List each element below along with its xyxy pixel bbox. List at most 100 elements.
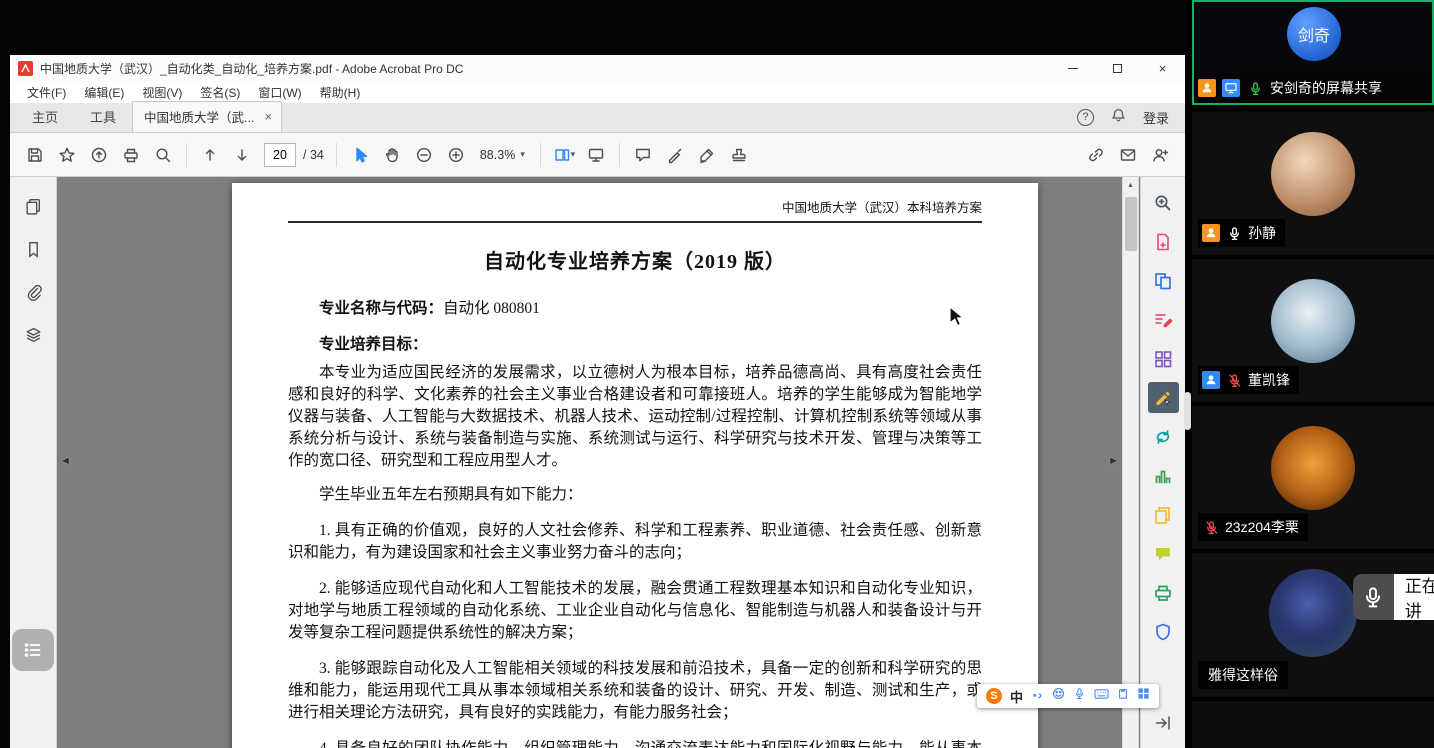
page-display-button[interactable]: ▾ xyxy=(549,140,579,170)
microphone-icon xyxy=(1353,574,1394,620)
zoom-level-value: 88.3% xyxy=(480,148,515,162)
hand-tool-button[interactable] xyxy=(377,140,407,170)
microphone-muted-icon xyxy=(1225,371,1243,389)
participant-role-icon xyxy=(1202,224,1220,242)
tab-home[interactable]: 主页 xyxy=(16,101,74,132)
sign-tool-button[interactable] xyxy=(692,140,722,170)
marquee-zoom-tool-icon[interactable] xyxy=(1148,187,1179,218)
scroll-up-icon[interactable]: ▲ xyxy=(1123,177,1138,193)
edit-pdf-tool-icon[interactable] xyxy=(1148,304,1179,335)
participant-name: 安剑奇的屏幕共享 xyxy=(1270,78,1382,98)
protect-tool-icon[interactable] xyxy=(1148,616,1179,647)
tab-document[interactable]: 中国地质大学（武... × xyxy=(132,101,282,132)
copy-pages-tool-icon[interactable] xyxy=(1148,499,1179,530)
expand-tools-pane-icon[interactable] xyxy=(1148,707,1179,738)
chevron-down-icon: ▾ xyxy=(571,149,576,160)
organize-pages-tool-icon[interactable] xyxy=(1148,343,1179,374)
combine-files-tool-icon[interactable] xyxy=(1148,265,1179,296)
ime-voice-icon[interactable] xyxy=(1073,687,1086,705)
participant-name-bar: 雅得这样俗 xyxy=(1198,661,1288,689)
menu-file[interactable]: 文件(F) xyxy=(18,82,75,103)
select-tool-button[interactable] xyxy=(345,140,375,170)
notifications-bell-icon[interactable] xyxy=(1110,107,1127,127)
zoom-level-dropdown[interactable]: 88.3% ▾ xyxy=(473,148,532,162)
email-button[interactable] xyxy=(1113,140,1143,170)
avatar: 剑奇 xyxy=(1287,7,1341,61)
annotation-list-button[interactable] xyxy=(12,629,54,671)
vertical-scrollbar[interactable]: ▲ xyxy=(1122,177,1139,748)
toolbar-separator xyxy=(540,143,541,167)
create-pdf-tool-icon[interactable] xyxy=(1148,226,1179,257)
participant-name-bar: 安剑奇的屏幕共享 xyxy=(1194,73,1432,103)
minimize-button[interactable] xyxy=(1050,55,1095,82)
page-thumbnails-icon[interactable] xyxy=(18,191,49,222)
menu-window[interactable]: 窗口(W) xyxy=(249,82,310,103)
ime-toolbox-icon[interactable] xyxy=(1137,687,1150,705)
sogou-logo-icon[interactable]: S xyxy=(986,688,1002,704)
ime-emoji-icon[interactable] xyxy=(1052,687,1065,705)
comment-tool-button[interactable] xyxy=(628,140,658,170)
next-page-button[interactable] xyxy=(227,140,257,170)
acrobat-pdf-icon xyxy=(18,61,33,76)
paragraph: 3. 能够跟踪自动化及人工智能相关领域的科技发展和前沿技术，具备一定的创新和科学… xyxy=(288,658,982,724)
sign-in-button[interactable]: 登录 xyxy=(1143,108,1169,127)
toolbar-separator xyxy=(336,143,337,167)
favorites-star-button[interactable] xyxy=(52,140,82,170)
close-button[interactable]: × xyxy=(1140,55,1185,82)
paragraph: 学生毕业五年左右预期具有如下能力： xyxy=(288,484,982,506)
measure-tool-icon[interactable] xyxy=(1148,460,1179,491)
stamp-tool-button[interactable] xyxy=(724,140,754,170)
ime-keyboard-icon[interactable] xyxy=(1094,687,1109,705)
document-area: 中国地质大学（武汉）本科培养方案 自动化专业培养方案（2019 版） 专业名称与… xyxy=(10,177,1185,748)
window-title: 中国地质大学（武汉）_自动化类_自动化_培养方案.pdf - Adobe Acr… xyxy=(40,60,463,77)
scan-ocr-tool-icon[interactable] xyxy=(1148,577,1179,608)
previous-page-button[interactable] xyxy=(195,140,225,170)
menu-sign[interactable]: 签名(S) xyxy=(191,82,249,103)
ime-punctuation-icon[interactable] xyxy=(1031,687,1044,705)
fill-sign-tool-icon[interactable] xyxy=(1148,382,1179,413)
menu-help[interactable]: 帮助(H) xyxy=(311,82,370,103)
tab-close-icon[interactable]: × xyxy=(264,110,272,123)
zoom-in-button[interactable] xyxy=(441,140,471,170)
presentation-mode-button[interactable] xyxy=(581,140,611,170)
zoom-out-button[interactable] xyxy=(409,140,439,170)
send-for-review-tool-icon[interactable] xyxy=(1148,421,1179,452)
paragraph: 1. 具有正确的价值观，良好的人文社会修养、科学和工程素养、职业道德、社会责任感… xyxy=(288,520,982,564)
restore-button[interactable] xyxy=(1095,55,1140,82)
layers-icon[interactable] xyxy=(18,320,49,351)
paragraph: 2. 能够适应现代自动化和人工智能技术的发展，融会贯通工程数理基本知识和自动化专… xyxy=(288,578,982,644)
bookmarks-icon[interactable] xyxy=(18,234,49,265)
tab-tools[interactable]: 工具 xyxy=(74,101,132,132)
ime-clipboard-icon[interactable] xyxy=(1117,687,1129,705)
find-button[interactable] xyxy=(148,140,178,170)
menu-edit[interactable]: 编辑(E) xyxy=(75,82,133,103)
input-method-bar[interactable]: S 中 xyxy=(977,684,1159,708)
acrobat-window: 中国地质大学（武汉）_自动化类_自动化_培养方案.pdf - Adobe Acr… xyxy=(10,55,1185,748)
comment-tool-icon[interactable] xyxy=(1148,538,1179,569)
highlight-tool-button[interactable] xyxy=(660,140,690,170)
add-account-button[interactable] xyxy=(1145,140,1175,170)
collapse-right-panel-icon[interactable]: ► xyxy=(1108,455,1119,467)
link-button[interactable] xyxy=(1081,140,1111,170)
mouse-cursor xyxy=(948,306,968,333)
participant-name: 董凯锋 xyxy=(1248,370,1290,390)
screen: 中国地质大学（武汉）_自动化类_自动化_培养方案.pdf - Adobe Acr… xyxy=(0,0,1434,748)
sidebar-drag-handle[interactable] xyxy=(1184,392,1191,430)
help-icon[interactable]: ? xyxy=(1077,109,1094,126)
attachments-icon[interactable] xyxy=(18,277,49,308)
participant-tile[interactable]: 剑奇 安剑奇的屏幕共享 xyxy=(1192,0,1434,105)
participant-tile[interactable]: 23z204李栗 xyxy=(1192,406,1434,549)
menu-view[interactable]: 视图(V) xyxy=(133,82,191,103)
save-button[interactable] xyxy=(20,140,50,170)
participant-tile[interactable]: 孙静 xyxy=(1192,112,1434,255)
collapse-left-panel-icon[interactable]: ◄ xyxy=(60,455,71,467)
ime-mode-toggle[interactable]: 中 xyxy=(1010,687,1023,706)
share-button[interactable] xyxy=(84,140,114,170)
scrollbar-thumb[interactable] xyxy=(1125,197,1137,251)
print-button[interactable] xyxy=(116,140,146,170)
participant-tile[interactable]: 董凯锋 xyxy=(1192,259,1434,402)
tab-bar: 主页 工具 中国地质大学（武... × ? 登录 xyxy=(10,103,1185,133)
page-count-label: / 34 xyxy=(303,148,324,162)
page-number-input[interactable] xyxy=(264,143,296,167)
participant-tile[interactable] xyxy=(1192,701,1434,748)
